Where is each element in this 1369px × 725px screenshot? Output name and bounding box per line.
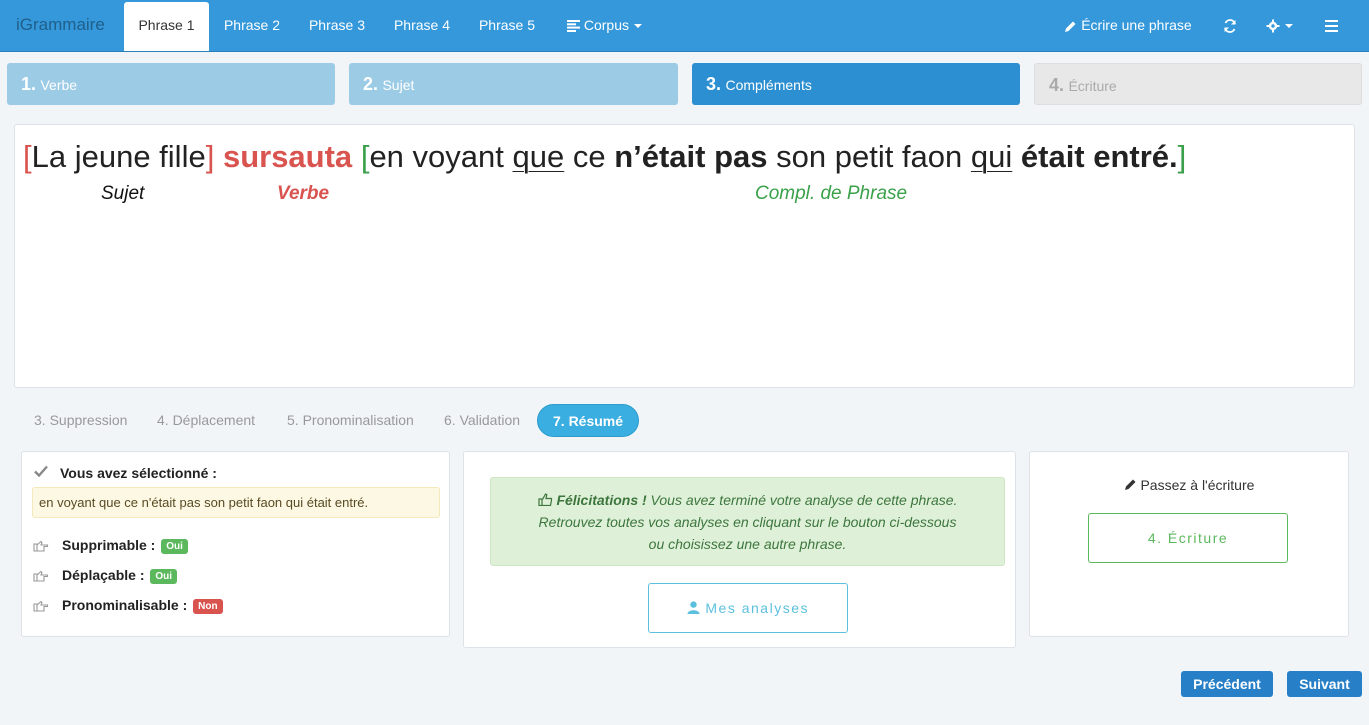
step-number: 2.	[363, 74, 379, 94]
step-verbe[interactable]: 1. Verbe	[7, 63, 335, 105]
status-badge: Oui	[150, 568, 178, 584]
property-label: Pronominalisable :	[62, 597, 188, 613]
property-supprimable: Supprimable : Oui	[32, 537, 188, 554]
writing-panel: Passez à l'écriture 4. Écriture	[1029, 451, 1349, 637]
pencil-icon	[1124, 479, 1136, 490]
complement-part[interactable]: son petit faon	[768, 139, 971, 174]
caret-down-icon	[1284, 24, 1293, 29]
previous-button[interactable]: Précédent	[1181, 671, 1273, 697]
check-icon	[34, 465, 48, 477]
gear-icon	[1266, 19, 1279, 33]
alert-line-3: ou choisissez une autre phrase.	[648, 536, 847, 552]
selected-text: en voyant que ce n'était pas son petit f…	[32, 487, 440, 518]
success-alert: Félicitations ! Vous avez terminé votre …	[490, 477, 1005, 566]
subject-open-bracket: [	[23, 139, 32, 174]
complement-part[interactable]: en voyant	[369, 139, 512, 174]
corpus-dropdown[interactable]: Corpus	[557, 0, 652, 51]
sentence-panel: [La jeune fille] sursauta [en voyant que…	[14, 124, 1355, 388]
selection-panel: Vous avez sélectionné : en voyant que ce…	[21, 451, 450, 637]
tab-phrase-5[interactable]: Phrase 5	[467, 0, 547, 51]
subtab-deplacement[interactable]: 4. Déplacement	[157, 404, 255, 437]
property-deplacable: Déplaçable : Oui	[32, 567, 178, 584]
subtab-resume[interactable]: 7. Résumé	[537, 404, 640, 437]
complement-part	[1012, 139, 1021, 174]
hand-right-icon	[33, 601, 49, 612]
selection-title: Vous avez sélectionné :	[60, 465, 217, 481]
tab-phrase-1[interactable]: Phrase 1	[124, 2, 209, 51]
congrats-panel: Félicitations ! Vous avez terminé votre …	[463, 451, 1016, 648]
verb-tag: Verbe	[277, 183, 330, 204]
step-label: Verbe	[40, 77, 78, 93]
step-number: 3.	[706, 74, 722, 94]
navbar: iGrammaire Phrase 1 Phrase 2 Phrase 3 Ph…	[0, 0, 1369, 52]
subtab-suppression[interactable]: 3. Suppression	[34, 404, 127, 437]
write-sentence-link[interactable]: Écrire une phrase	[1058, 0, 1198, 51]
subject-close-bracket: ]	[205, 139, 215, 174]
property-label: Supprimable :	[62, 537, 156, 553]
pencil-icon	[1065, 21, 1076, 32]
property-pronominalisable: Pronominalisable : Non	[32, 597, 223, 614]
complement-word-qui[interactable]: qui	[971, 139, 1012, 174]
list-icon	[566, 20, 580, 33]
user-icon	[687, 601, 700, 614]
status-badge: Non	[193, 598, 223, 614]
refresh-icon	[1224, 19, 1236, 34]
alert-text: Vous avez terminé votre analyse de cette…	[646, 492, 958, 508]
step-label: Sujet	[382, 77, 415, 93]
settings-dropdown[interactable]	[1258, 0, 1300, 51]
subtab-pronominalisation[interactable]: 5. Pronominalisation	[287, 404, 414, 437]
write-sentence-label: Écrire une phrase	[1081, 17, 1192, 33]
alert-line-1: Félicitations ! Vous avez terminé votre …	[491, 489, 1004, 511]
step-number: 1.	[21, 74, 37, 94]
step-sujet[interactable]: 2. Sujet	[349, 63, 678, 105]
alert-line-2: Retrouvez toutes vos analyses en cliquan…	[538, 514, 957, 530]
tab-phrase-4[interactable]: Phrase 4	[382, 0, 462, 51]
subject-group[interactable]: La jeune fille	[32, 139, 206, 174]
step-label: Écriture	[1068, 78, 1117, 94]
tab-phrase-2[interactable]: Phrase 2	[212, 0, 292, 51]
step-number: 4.	[1049, 75, 1065, 95]
property-label: Déplaçable :	[62, 567, 145, 583]
step-ecriture: 4. Écriture	[1034, 63, 1362, 105]
subject-tag: Sujet	[101, 183, 145, 204]
complement-close-bracket: ]	[1177, 139, 1187, 174]
complement-word-que[interactable]: que	[512, 139, 564, 174]
complement-part[interactable]: ce	[564, 139, 614, 174]
complement-negation[interactable]: n’était pas	[614, 139, 767, 174]
writing-title: Passez à l'écriture	[1030, 477, 1348, 493]
hand-right-icon	[33, 541, 49, 552]
my-analyses-label: Mes analyses	[705, 600, 809, 616]
complement-tag: Compl. de Phrase	[755, 183, 908, 204]
alert-strong: Félicitations !	[556, 492, 647, 508]
brand-logo[interactable]: iGrammaire	[16, 15, 105, 35]
my-analyses-button[interactable]: Mes analyses	[648, 583, 848, 633]
next-button[interactable]: Suivant	[1287, 671, 1362, 697]
corpus-label: Corpus	[583, 17, 630, 33]
writing-step-button[interactable]: 4. Écriture	[1088, 513, 1288, 563]
thumbs-up-icon	[537, 493, 552, 507]
hand-right-icon	[33, 571, 49, 582]
caret-down-icon	[634, 24, 643, 29]
step-complements[interactable]: 3. Compléments	[692, 63, 1020, 105]
status-badge: Oui	[161, 538, 188, 554]
refresh-button[interactable]	[1216, 0, 1244, 51]
menu-button[interactable]	[1318, 0, 1344, 51]
verb-word[interactable]: sursauta	[223, 139, 352, 174]
step-label: Compléments	[725, 77, 812, 93]
analyzed-sentence: [La jeune fille] sursauta [en voyant que…	[23, 139, 1186, 175]
writing-title-text: Passez à l'écriture	[1140, 477, 1255, 493]
complement-verb[interactable]: était entré.	[1021, 139, 1178, 174]
tab-phrase-3[interactable]: Phrase 3	[297, 0, 377, 51]
hamburger-icon	[1324, 20, 1338, 33]
subtab-validation[interactable]: 6. Validation	[444, 404, 520, 437]
